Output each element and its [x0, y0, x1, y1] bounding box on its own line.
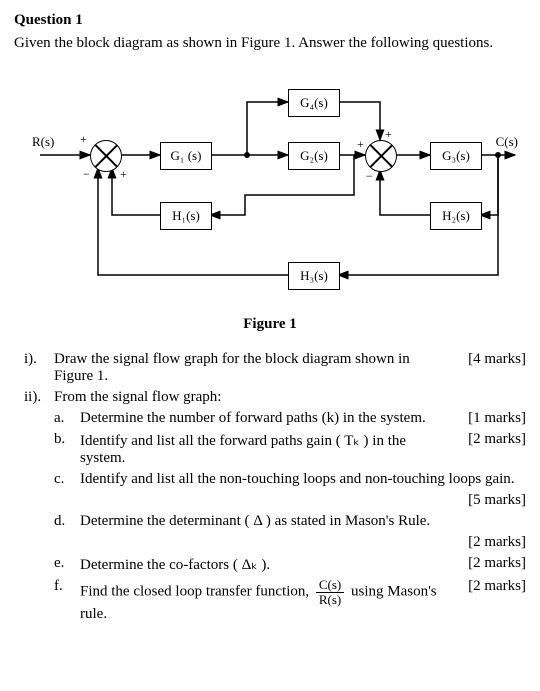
sign-s1-plus2: + [120, 167, 127, 182]
sub-label: d. [54, 513, 80, 530]
sub-label: f. [54, 578, 80, 623]
block-g3: G₃(s) [430, 142, 482, 170]
part-text: Find the closed loop transfer function, … [80, 578, 460, 623]
sub-label: b. [54, 431, 80, 467]
summing-junction-2 [365, 140, 397, 172]
part-ii: ii). From the signal flow graph: [24, 389, 526, 406]
part-d: d. Determine the determinant ( Δ ) as st… [24, 513, 526, 530]
part-c: c. Identify and list all the non-touchin… [24, 471, 526, 488]
input-label: R(s) [32, 134, 54, 150]
figure-caption: Figure 1 [20, 316, 520, 333]
fraction-numerator: C(s) [316, 578, 344, 593]
part-e: e. Determine the co-factors ( Δₖ ). [2 m… [24, 555, 526, 574]
block-h3: H₃(s) [288, 262, 340, 290]
diagram-wires [20, 70, 520, 310]
part-label: ii). [24, 389, 54, 406]
output-label: C(s) [496, 134, 518, 150]
sub-label: e. [54, 555, 80, 574]
part-a: a. Determine the number of forward paths… [24, 410, 526, 427]
part-text: From the signal flow graph: [54, 389, 526, 406]
branch-node-2 [495, 152, 501, 158]
part-text: Determine the co-factors ( Δₖ ). [80, 555, 460, 574]
sign-s2-top: + [385, 127, 392, 142]
marks: [2 marks] [468, 578, 526, 595]
part-b: b. Identify and list all the forward pat… [24, 431, 526, 467]
marks: [2 marks] [468, 555, 526, 572]
sign-s2-bot: − [366, 169, 373, 184]
block-g4: G₄(s) [288, 89, 340, 117]
fraction-denominator: R(s) [316, 593, 344, 607]
part-f: f. Find the closed loop transfer functio… [24, 578, 526, 623]
block-g1: G₁ (s) [160, 142, 212, 170]
sub-label: c. [54, 471, 80, 488]
question-title: Question 1 [14, 12, 526, 29]
marks: [2 marks] [468, 534, 526, 551]
part-text: Identify and list all the forward paths … [80, 431, 460, 467]
marks: [4 marks] [468, 351, 526, 368]
sub-label: a. [54, 410, 80, 427]
marks: [2 marks] [468, 431, 526, 448]
part-label: i). [24, 351, 54, 385]
question-list: i). Draw the signal flow graph for the b… [24, 351, 526, 623]
sign-s1-plus: + [80, 132, 87, 147]
marks: [5 marks] [468, 492, 526, 509]
question-prompt: Given the block diagram as shown in Figu… [14, 35, 526, 52]
part-text: Identify and list all the non-touching l… [80, 471, 526, 488]
sign-s2-right: + [357, 137, 364, 152]
block-g2: G₂(s) [288, 142, 340, 170]
figure-container: R(s) C(s) + − + + + − G₁ (s) G₂(s) G₃(s)… [20, 70, 520, 333]
part-text: Draw the signal flow graph for the block… [54, 351, 460, 385]
part-text-pre: Find the closed loop transfer function, [80, 584, 313, 600]
branch-node-1 [244, 152, 250, 158]
sign-s1-minus: − [83, 167, 90, 182]
block-diagram: R(s) C(s) + − + + + − G₁ (s) G₂(s) G₃(s)… [20, 70, 520, 310]
part-i: i). Draw the signal flow graph for the b… [24, 351, 526, 385]
fraction-cs-rs: C(s) R(s) [316, 578, 344, 606]
part-text: Determine the determinant ( Δ ) as state… [80, 513, 526, 530]
block-h1: H₁(s) [160, 202, 212, 230]
summing-junction-1 [90, 140, 122, 172]
part-text: Determine the number of forward paths (k… [80, 410, 460, 427]
marks: [1 marks] [468, 410, 526, 427]
block-h2: H₂(s) [430, 202, 482, 230]
